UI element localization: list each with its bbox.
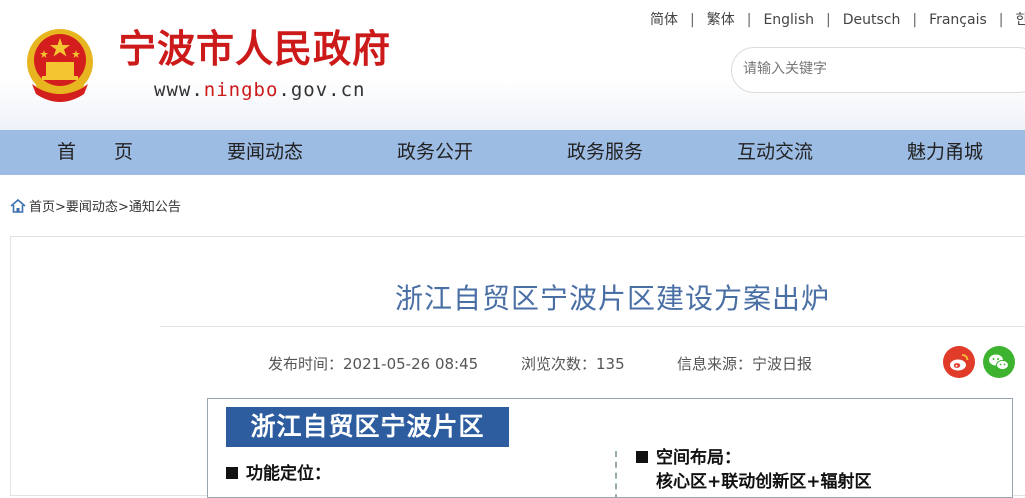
breadcrumb-notices[interactable]: 通知公告 — [129, 200, 181, 215]
bullet-square-icon — [226, 467, 238, 479]
weibo-icon — [943, 346, 975, 378]
site-url-prefix: www. — [154, 79, 204, 101]
site-url-suffix: .gov.cn — [278, 79, 366, 101]
section-heading: 功能定位： — [246, 464, 331, 484]
publish-time: 发布时间：2021-05-26 08:45 — [268, 355, 479, 373]
lang-traditional[interactable]: 繁体 — [707, 12, 735, 28]
article-title: 浙江自贸区宁波片区建设方案出炉 — [394, 282, 830, 315]
nav-item-home[interactable]: 首 页 — [20, 130, 170, 175]
infographic-layout-detail: 核心区+联动创新区+辐射区 — [656, 472, 872, 492]
nav-item-city[interactable]: 魅力甬城 — [870, 130, 1020, 175]
bullet-square-icon — [636, 451, 648, 463]
nav-item-services[interactable]: 政务服务 — [530, 130, 680, 175]
site-header: 宁波市人民政府 www.ningbo.gov.cn 简体 | 繁体 | English |… — [0, 0, 1025, 130]
lang-divider: | — [998, 12, 1004, 28]
nav-item-news[interactable]: 要闻动态 — [190, 130, 340, 175]
site-url-highlight: ningbo — [203, 79, 279, 101]
article-infographic: 浙江自贸区宁波片区 功能定位： 空间布局： 核心区+联动创新区+辐射区 — [207, 398, 1013, 498]
home-icon — [10, 199, 26, 213]
lang-deutsch[interactable]: Deutsch — [843, 12, 901, 28]
national-emblem-icon — [27, 29, 93, 102]
breadcrumb-news[interactable]: 要闻动态 — [66, 200, 118, 215]
lang-divider: | — [690, 12, 695, 28]
language-bar: 简体 | 繁体 | English | Deutsch | Français | 한국어 — [650, 9, 1025, 29]
view-count: 浏览次数：135 — [521, 355, 625, 373]
site-url: www.ningbo.gov.cn — [154, 79, 365, 101]
lang-simplified[interactable]: 简体 — [650, 12, 678, 28]
nav-item-interaction[interactable]: 互动交流 — [700, 130, 850, 175]
breadcrumb-separator: > — [55, 200, 66, 215]
search-box — [731, 47, 1025, 93]
infographic-section-function: 功能定位： — [226, 459, 331, 484]
lang-francais[interactable]: Français — [929, 12, 987, 28]
infographic-divider — [615, 451, 617, 497]
lang-english[interactable]: English — [763, 12, 814, 28]
lang-korean[interactable]: 한국어 — [1015, 12, 1025, 28]
nav-item-disclosure[interactable]: 政务公开 — [360, 130, 510, 175]
breadcrumb-separator: > — [117, 200, 129, 215]
breadcrumb-home[interactable]: 首页 — [29, 200, 55, 215]
site-title[interactable]: 宁波市人民政府 — [118, 26, 391, 72]
section-heading: 空间布局： — [656, 448, 741, 468]
breadcrumb: 首页>要闻动态>通知公告 — [10, 196, 181, 215]
wechat-share-button[interactable] — [983, 346, 1015, 378]
lang-divider: | — [826, 12, 831, 28]
lang-divider: | — [912, 12, 918, 28]
wechat-icon — [983, 346, 1015, 378]
infographic-banner: 浙江自贸区宁波片区 — [226, 407, 509, 447]
title-divider — [160, 326, 1025, 327]
lang-divider: | — [746, 12, 752, 28]
article-source: 信息来源：宁波日报 — [677, 355, 813, 373]
infographic-section-layout: 空间布局： — [636, 443, 741, 468]
search-input[interactable] — [741, 60, 1005, 78]
main-nav: 首 页 要闻动态 政务公开 政务服务 互动交流 魅力甬城 — [0, 130, 1025, 175]
weibo-share-button[interactable] — [943, 346, 975, 378]
